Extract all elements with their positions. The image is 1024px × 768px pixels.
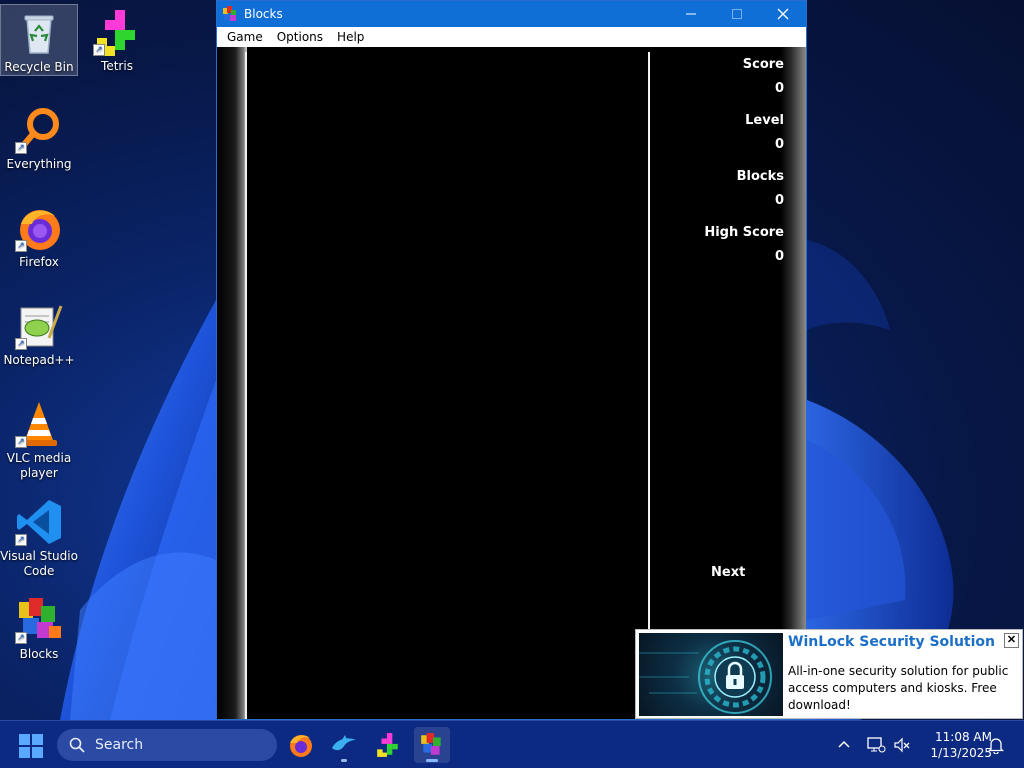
desktop-icon-label: Notepad++ <box>3 353 75 367</box>
blocks-value: 0 <box>774 193 784 208</box>
tetris-icon <box>377 733 398 757</box>
desktop-icon-label: Tetris <box>101 59 133 73</box>
window-right-wall <box>781 47 806 719</box>
taskbar-blocks[interactable] <box>414 727 450 763</box>
maximize-icon <box>732 9 742 19</box>
close-button[interactable] <box>760 1 806 27</box>
clock-time: 11:08 AM <box>935 730 992 744</box>
score-value: 0 <box>774 81 784 96</box>
bell-icon <box>988 738 1004 754</box>
desktop-icon-vlc[interactable]: ↗ VLC media player <box>0 396 78 481</box>
vlc-cone-icon: ↗ <box>15 400 63 448</box>
desktop-icon-label: VLC media player <box>6 451 72 480</box>
blocks-window: Blocks Game Options Help Score 0 Level 0… <box>216 0 807 720</box>
menu-help[interactable]: Help <box>330 30 371 44</box>
search-icon <box>69 737 85 753</box>
taskbar: Search 11:08 AM 1/13/2025 <box>0 720 1024 768</box>
windows-logo-icon <box>19 734 43 758</box>
security-banner-image <box>639 633 783 716</box>
notification-title[interactable]: WinLock Security Solution <box>788 634 995 650</box>
next-piece-label: Next <box>711 565 746 580</box>
desktop-icon-label: Firefox <box>19 255 59 269</box>
desktop-icon-label: Everything <box>6 157 72 171</box>
desktop-icon-everything[interactable]: ↗ Everything <box>0 102 78 172</box>
taskbar-firefox[interactable] <box>283 727 319 763</box>
chevron-up-icon <box>838 740 850 748</box>
desktop-icon-notepadpp[interactable]: ↗ Notepad++ <box>0 298 78 368</box>
network-tray-icon[interactable] <box>866 721 886 768</box>
desktop-icon-recycle-bin[interactable]: Recycle Bin <box>0 4 78 76</box>
blocks-app-icon <box>223 6 236 21</box>
desktop-icon-label: Recycle Bin <box>4 60 74 74</box>
well-left-wall <box>217 47 247 719</box>
desktop-icon-label: Blocks <box>19 647 59 661</box>
notification-close-button[interactable]: ✕ <box>1004 633 1019 648</box>
firefox-icon <box>290 735 312 757</box>
everything-search-icon: ↗ <box>15 106 63 154</box>
running-indicator <box>341 759 347 762</box>
notification-body: All-in-one security solution for public … <box>788 664 1009 712</box>
notification-popup[interactable]: WinLock Security Solution All-in-one sec… <box>635 629 1023 719</box>
menu-game[interactable]: Game <box>220 30 270 44</box>
search-placeholder: Search <box>95 737 144 753</box>
blocks-icon <box>421 733 441 755</box>
clock-date: 1/13/2025 <box>930 746 992 760</box>
network-icon <box>867 737 886 753</box>
desktop-icon-firefox[interactable]: ↗ Firefox <box>0 200 78 270</box>
well-right-border <box>648 52 650 719</box>
close-icon <box>777 8 789 20</box>
tetris-icon: ↗ <box>93 8 141 56</box>
score-label: Score <box>742 57 784 72</box>
high-score-value: 0 <box>774 249 784 264</box>
window-titlebar[interactable]: Blocks <box>217 1 806 27</box>
show-hidden-icons-button[interactable] <box>836 721 852 768</box>
maximize-button[interactable] <box>714 1 760 27</box>
notification-center-button[interactable] <box>988 721 1004 768</box>
volume-tray-icon[interactable] <box>893 721 911 768</box>
blocks-label: Blocks <box>736 169 784 184</box>
desktop-icon-blocks[interactable]: ↗ Blocks <box>0 592 78 662</box>
taskbar-dolphin-app[interactable] <box>326 727 362 763</box>
minimize-icon <box>686 13 696 15</box>
dolphin-icon <box>332 735 356 751</box>
game-board[interactable]: Score 0 Level 0 Blocks 0 High Score 0 Ne… <box>217 47 806 719</box>
active-indicator <box>426 759 438 762</box>
start-button[interactable] <box>18 733 44 759</box>
taskbar-search-box[interactable]: Search <box>57 729 277 761</box>
taskbar-clock[interactable]: 11:08 AM 1/13/2025 <box>916 729 992 761</box>
volume-muted-icon <box>894 737 910 753</box>
well-left-border <box>245 52 247 719</box>
recycle-bin-icon <box>15 9 63 57</box>
desktop-icon-label: Visual Studio Code <box>0 549 78 578</box>
desktop-icon-tetris[interactable]: ↗ Tetris <box>78 4 156 74</box>
window-title: Blocks <box>244 7 283 21</box>
blocks-icon: ↗ <box>15 596 63 644</box>
menu-bar: Game Options Help <box>217 27 806 47</box>
level-label: Level <box>745 113 784 128</box>
level-value: 0 <box>774 137 784 152</box>
firefox-icon: ↗ <box>15 204 63 252</box>
desktop-icon-vscode[interactable]: ↗ Visual Studio Code <box>0 494 78 579</box>
minimize-button[interactable] <box>668 1 714 27</box>
notepadpp-icon: ↗ <box>15 302 63 350</box>
vscode-icon: ↗ <box>15 498 63 546</box>
taskbar-tetris[interactable] <box>370 727 406 763</box>
menu-options[interactable]: Options <box>270 30 330 44</box>
high-score-label: High Score <box>704 225 784 240</box>
